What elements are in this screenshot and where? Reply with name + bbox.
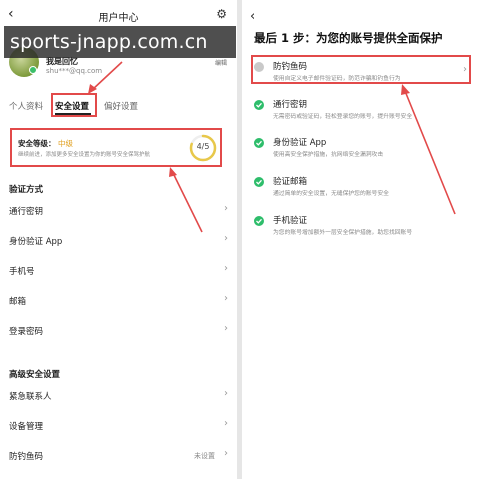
advanced-section-title: 高级安全设置: [9, 370, 61, 380]
tab-highlight-box: [51, 93, 97, 117]
user-center-panel: ‹ 用户中心 ⚙ 我是回忆 shu***@qq.com 编辑 sports-jn…: [0, 0, 237, 479]
step-passkey[interactable]: 通行密钥 无需密码或验证码，轻松登录您的账号，提升账号安全: [242, 96, 477, 130]
list-item-label: 防钓鱼码: [9, 452, 44, 462]
list-item-passkey[interactable]: 通行密钥 ›: [0, 197, 237, 225]
security-level-description: 继续前进，添加更多安全设置为你的账号安全保驾护航: [18, 152, 151, 158]
security-level-label: 安全等级：: [18, 139, 56, 148]
list-item-label: 设备管理: [9, 422, 44, 432]
annotation-arrowhead-level: [169, 167, 177, 177]
list-item-anti-phishing-code[interactable]: 防钓鱼码 未设置 ›: [0, 442, 237, 470]
list-item-device-management[interactable]: 设备管理 ›: [0, 412, 237, 440]
chevron-right-icon: ›: [224, 263, 228, 274]
page-title: 最后 1 步：为您的账号提供全面保护: [254, 31, 443, 45]
step-authenticator-app[interactable]: 身份验证 App 使用高安全保护措施，抗网络安全漏洞攻击: [242, 134, 477, 168]
security-level-value: 中级: [58, 139, 73, 148]
list-item-label: 邮箱: [9, 297, 27, 307]
check-circle-icon: [254, 177, 264, 187]
list-item-label: 登录密码: [9, 327, 44, 337]
step-highlight-box: [251, 55, 471, 84]
check-circle-icon: [254, 138, 264, 148]
list-item-label: 通行密钥: [9, 207, 44, 217]
list-item-authenticator-app[interactable]: 身份验证 App ›: [0, 227, 237, 255]
list-item-label: 紧急联系人: [9, 392, 52, 402]
page-title: 用户中心: [98, 13, 139, 24]
list-item-value: 未设置: [194, 452, 215, 460]
step-verify-phone[interactable]: 手机验证 为您的账号增加额外一层安全保护措施，助您找回账号: [242, 212, 477, 246]
chevron-right-icon: ›: [224, 203, 228, 214]
list-item-emergency-contact[interactable]: 紧急联系人 ›: [0, 382, 237, 410]
edit-profile-link[interactable]: 编辑: [215, 58, 227, 67]
security-progress-text: 4/5: [196, 142, 210, 151]
check-circle-icon: [254, 100, 264, 110]
check-circle-icon: [254, 216, 264, 226]
header: ‹ 用户中心 ⚙: [0, 4, 237, 26]
list-item-login-password[interactable]: 登录密码 ›: [0, 317, 237, 345]
step-title: 手机验证: [273, 216, 308, 226]
list-item-label: 身份验证 App: [9, 237, 63, 247]
verification-section-title: 验证方式: [9, 185, 44, 195]
user-email: shu***@qq.com: [46, 67, 103, 75]
step-description: 通过简单的安全设置，无缝保护您的账号安全: [273, 191, 389, 197]
protection-steps-panel: ‹ 最后 1 步：为您的账号提供全面保护 防钓鱼码 使用自定义电子邮件验证码，防…: [242, 0, 477, 479]
step-description: 为您的账号增加额外一层安全保护措施，助您找回账号: [273, 230, 413, 236]
back-arrow-icon[interactable]: ‹: [250, 9, 255, 24]
settings-tabs: 个人资料 安全设置 偏好设置: [0, 96, 237, 116]
step-description: 无需密码或验证码，轻松登录您的账号，提升账号安全: [273, 114, 413, 120]
watermark-banner: sports-jnapp.com.cn: [4, 26, 236, 58]
chevron-right-icon: ›: [224, 233, 228, 244]
list-item-phone[interactable]: 手机号 ›: [0, 257, 237, 285]
step-description: 使用高安全保护措施，抗网络安全漏洞攻击: [273, 152, 384, 158]
chevron-right-icon: ›: [224, 418, 228, 429]
step-title: 身份验证 App: [273, 138, 327, 148]
list-item-email[interactable]: 邮箱 ›: [0, 287, 237, 315]
list-item-label: 手机号: [9, 267, 35, 277]
step-title: 验证邮箱: [273, 177, 308, 187]
avatar-status-icon: [29, 66, 37, 74]
chevron-right-icon: ›: [224, 323, 228, 334]
chevron-right-icon: ›: [224, 448, 228, 459]
gear-icon[interactable]: ⚙: [216, 7, 227, 21]
tab-profile[interactable]: 个人资料: [9, 100, 43, 112]
chevron-right-icon: ›: [224, 293, 228, 304]
tab-preferences[interactable]: 偏好设置: [104, 100, 138, 112]
chevron-right-icon: ›: [224, 388, 228, 399]
step-title: 通行密钥: [273, 100, 308, 110]
step-verify-email[interactable]: 验证邮箱 通过简单的安全设置，无缝保护您的账号安全: [242, 173, 477, 207]
